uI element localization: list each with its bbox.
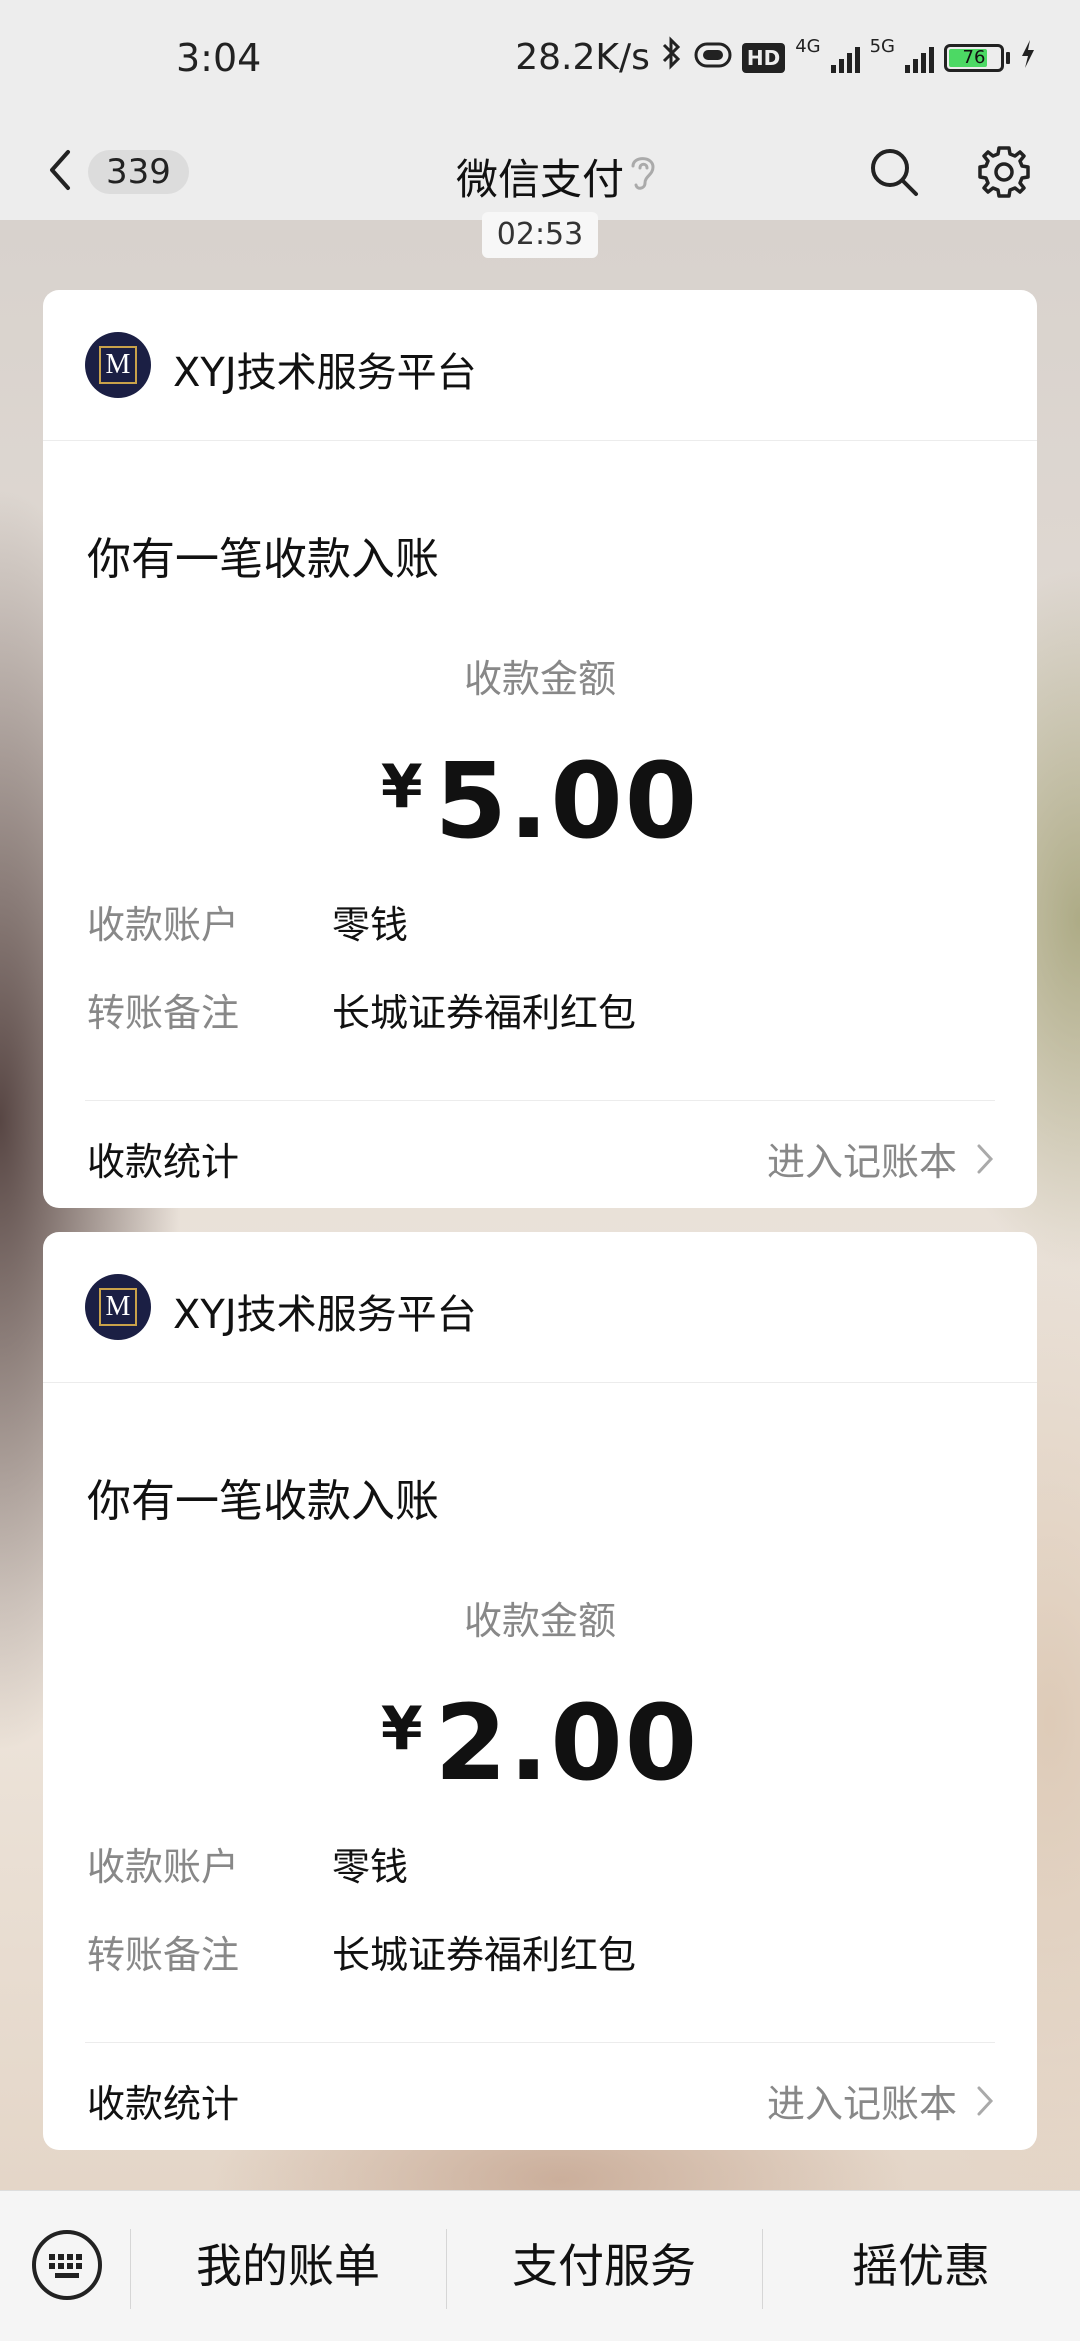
ledger-link-label: 进入记账本 — [766, 2082, 957, 2126]
message-timestamp: 02:53 — [482, 212, 598, 258]
payment-card[interactable]: M XYJ技术服务平台 你有一笔收款入账 收款金额 ¥2.00 收款账户 零钱 转… — [43, 1232, 1037, 2150]
menu-item-shake-deals[interactable]: 摇优惠 — [762, 2191, 1080, 2341]
stats-label: 收款统计 — [87, 2082, 240, 2126]
nav-bar: 339 微信支付 — [0, 120, 1080, 220]
notice-title: 你有一笔收款入账 — [87, 1476, 439, 1527]
remark-value: 长城证券福利红包 — [332, 1933, 637, 1977]
stats-label: 收款统计 — [87, 1140, 240, 1184]
status-time: 3:04 — [176, 36, 262, 80]
status-bar: 3:04 28.2K/s HD 4G 5G 76 — [0, 0, 1080, 120]
amount: ¥2.00 — [43, 1682, 1037, 1804]
battery-level: 76 — [962, 46, 986, 68]
ledger-link-label: 进入记账本 — [766, 1140, 957, 1184]
ear-icon — [631, 157, 655, 190]
charging-icon — [1020, 38, 1036, 78]
ledger-link[interactable]: 进入记账本 — [767, 1131, 995, 1186]
network-4g-label: 4G — [795, 36, 821, 57]
merchant-name: XYJ技术服务平台 — [173, 350, 477, 396]
account-key: 收款账户 — [87, 1845, 240, 1889]
amount-label: 收款金额 — [463, 1599, 616, 1643]
account-key: 收款账户 — [87, 903, 240, 947]
keyboard-icon[interactable] — [30, 2228, 104, 2302]
remark-row: 转账备注 长城证券福利红包 — [87, 982, 636, 1037]
network-speed: 28.2K/s — [515, 37, 650, 78]
currency-symbol: ¥ — [380, 1694, 423, 1764]
account-row: 收款账户 零钱 — [87, 1836, 408, 1891]
remark-key: 转账备注 — [87, 1933, 240, 1977]
remark-key: 转账备注 — [87, 991, 240, 1035]
chevron-right-icon — [977, 1144, 994, 1173]
card-footer[interactable]: 收款统计 进入记账本 — [85, 2042, 995, 2149]
account-row: 收款账户 零钱 — [87, 894, 408, 949]
amount: ¥5.00 — [43, 740, 1037, 862]
payment-card[interactable]: M XYJ技术服务平台 你有一笔收款入账 收款金额 ¥5.00 收款账户 零钱 转… — [43, 290, 1037, 1208]
bluetooth-icon — [660, 36, 684, 79]
search-icon[interactable] — [866, 144, 922, 200]
amount-value: 2.00 — [434, 1682, 700, 1804]
amount-label: 收款金额 — [463, 657, 616, 701]
hd-voice-icon: HD — [741, 42, 786, 73]
menu-item-my-bills[interactable]: 我的账单 — [130, 2191, 446, 2341]
notice-title: 你有一笔收款入账 — [87, 534, 439, 585]
ledger-link[interactable]: 进入记账本 — [767, 2073, 995, 2128]
card-header[interactable]: M XYJ技术服务平台 — [43, 290, 1037, 441]
bottom-menu: 我的账单 支付服务 摇优惠 — [0, 2190, 1080, 2341]
menu-item-payment-services[interactable]: 支付服务 — [446, 2191, 762, 2341]
merchant-logo: M — [85, 332, 151, 398]
nfc-icon — [694, 38, 732, 78]
currency-symbol: ¥ — [380, 752, 423, 822]
account-value: 零钱 — [332, 1845, 409, 1889]
merchant-logo: M — [85, 1274, 151, 1340]
merchant-name: XYJ技术服务平台 — [173, 1292, 477, 1338]
chevron-right-icon — [977, 2086, 994, 2115]
network-5g-label: 5G — [869, 36, 895, 57]
signal-icon-2 — [905, 43, 934, 73]
signal-icon — [830, 43, 860, 73]
amount-value: 5.00 — [434, 740, 700, 862]
card-header[interactable]: M XYJ技术服务平台 — [43, 1232, 1037, 1383]
card-footer[interactable]: 收款统计 进入记账本 — [85, 1100, 995, 1207]
account-value: 零钱 — [332, 903, 409, 947]
status-icons: 28.2K/s HD 4G 5G 76 — [515, 36, 1036, 79]
gear-icon[interactable] — [974, 142, 1034, 202]
remark-value: 长城证券福利红包 — [332, 991, 637, 1035]
battery-icon: 76 — [944, 43, 1010, 72]
remark-row: 转账备注 长城证券福利红包 — [87, 1924, 636, 1979]
